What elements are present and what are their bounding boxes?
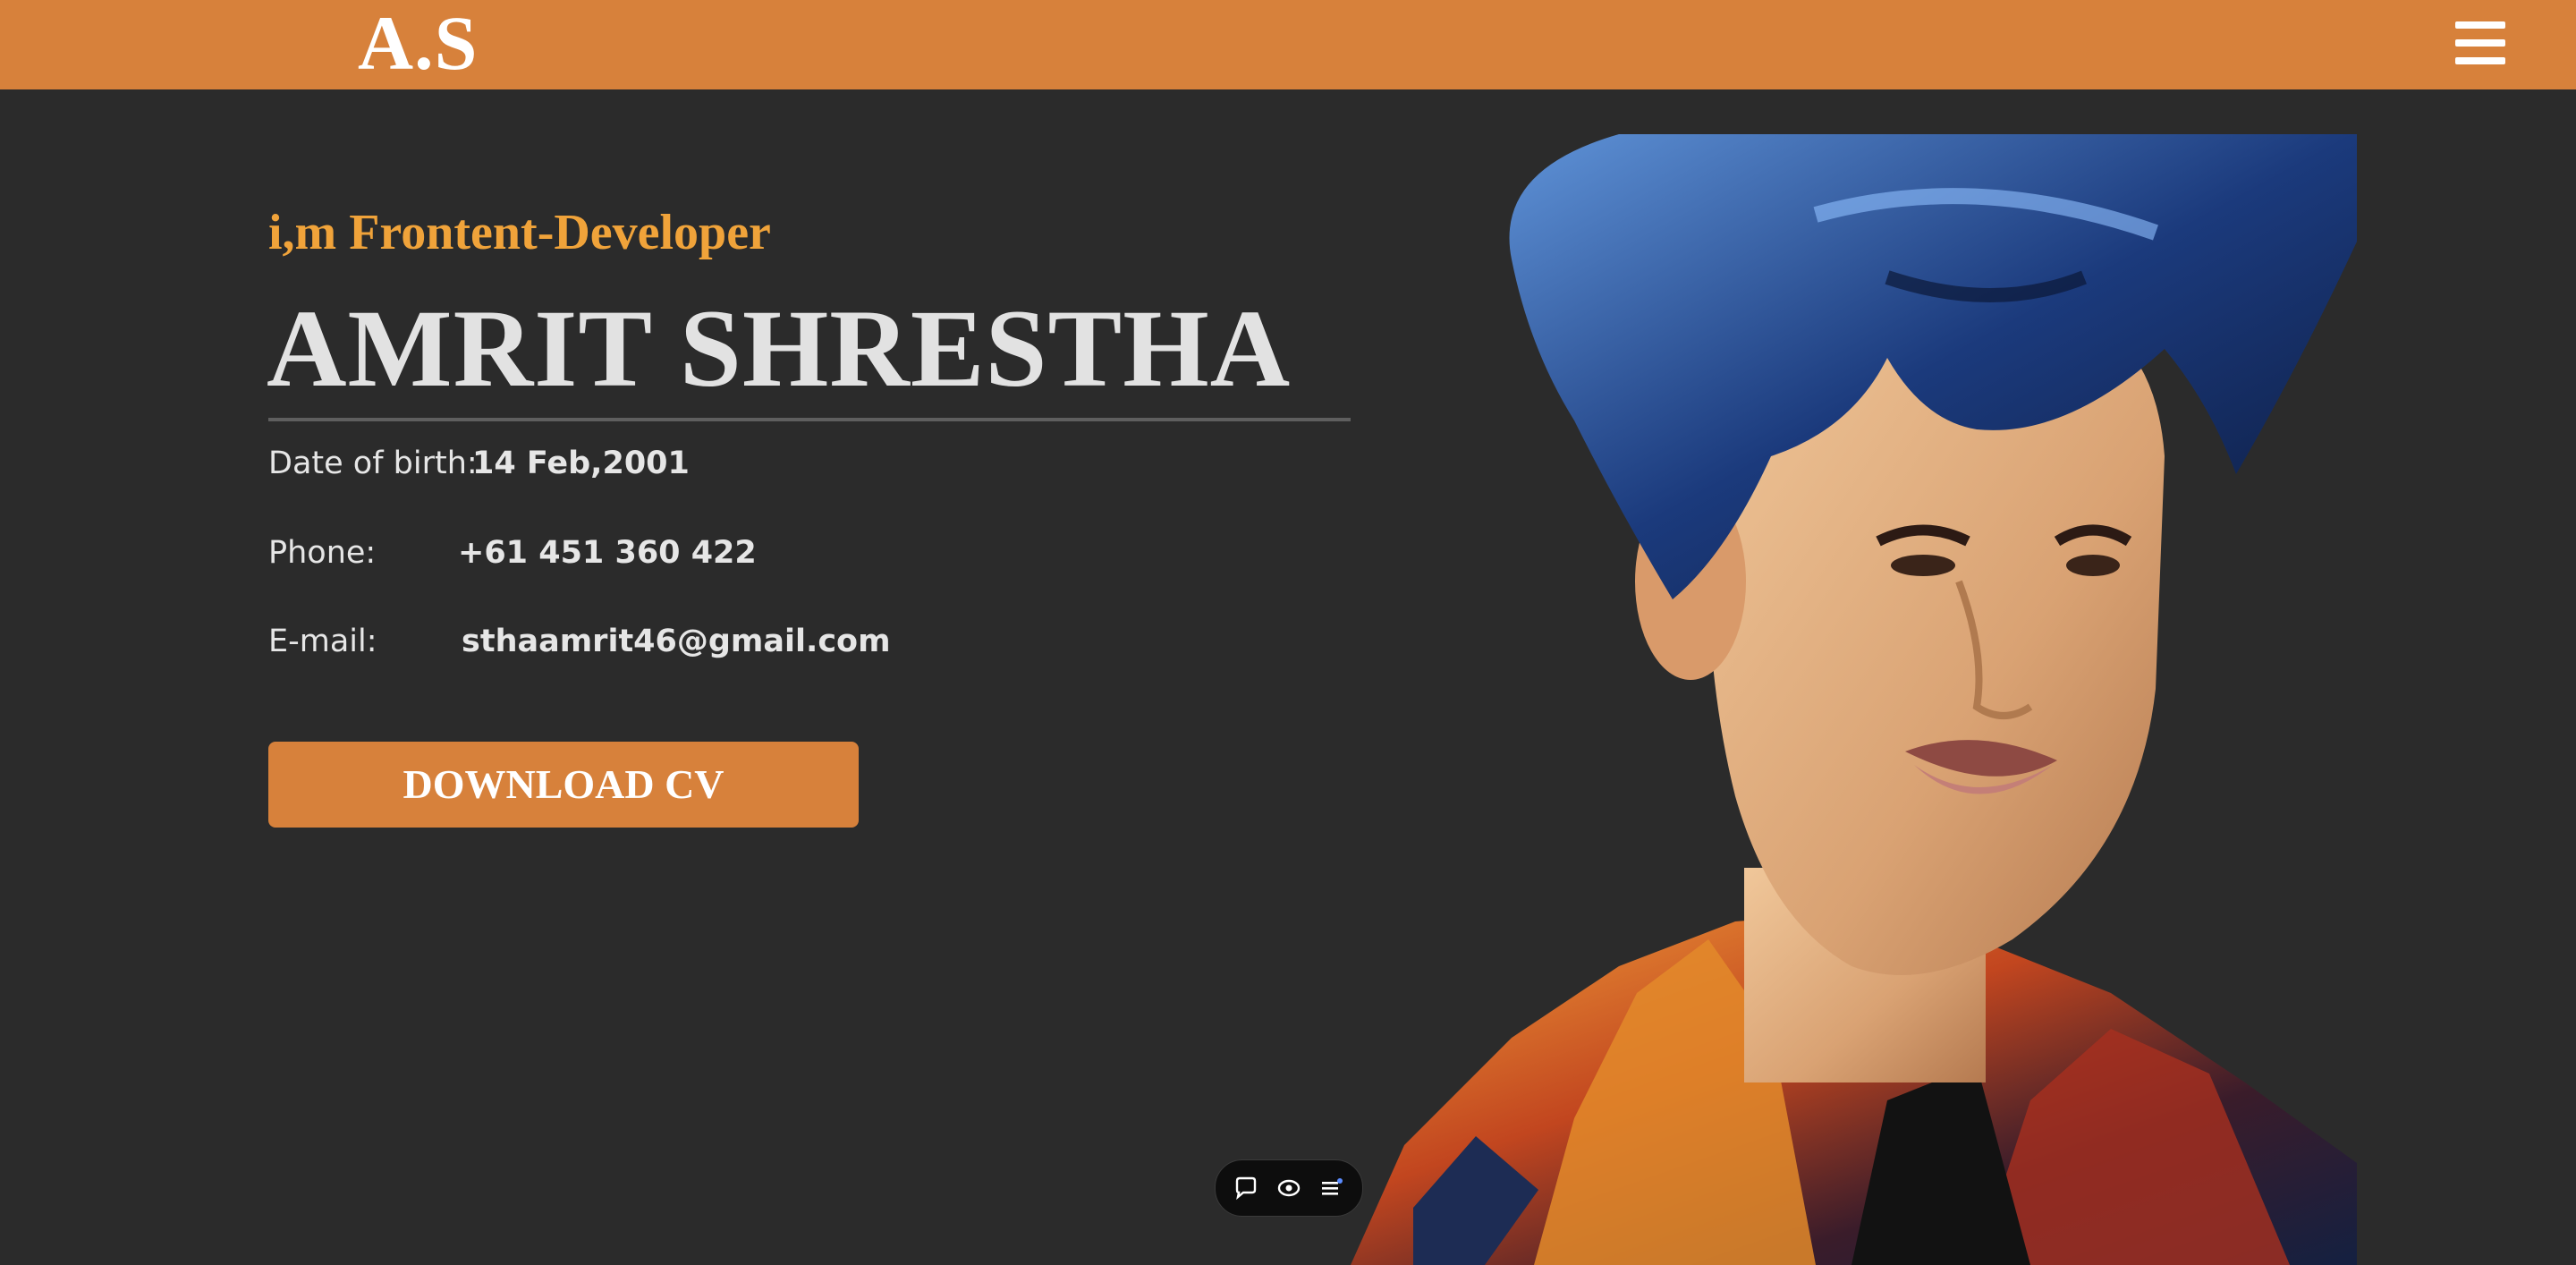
menu-bar [2455, 39, 2505, 47]
dob-label: Date of birth: [268, 446, 478, 481]
role-subtitle: i,m Frontent-Developer [268, 205, 771, 260]
download-cv-button[interactable]: DOWNLOAD CV [268, 742, 859, 828]
portrait-image [1351, 134, 2357, 1265]
name-divider [268, 418, 1351, 421]
floating-toolbar [1215, 1159, 1363, 1217]
top-navbar: A.S [0, 0, 2576, 89]
phone-label: Phone: [268, 535, 377, 571]
site-logo[interactable]: A.S [358, 0, 478, 89]
email-value[interactable]: sthaamrit46@gmail.com [462, 624, 891, 659]
eye-icon[interactable] [1275, 1174, 1303, 1202]
person-name-heading: AMRIT SHRESTHA [267, 287, 1292, 410]
phone-value: +61 451 360 422 [458, 535, 757, 571]
list-menu-icon[interactable] [1318, 1174, 1346, 1202]
hamburger-menu-icon[interactable] [2455, 20, 2505, 66]
menu-bar [2455, 57, 2505, 64]
email-label: E-mail: [268, 624, 377, 659]
chat-bubble-icon[interactable] [1232, 1174, 1260, 1202]
menu-bar [2455, 21, 2505, 29]
dob-value: 14 Feb,2001 [472, 446, 690, 481]
